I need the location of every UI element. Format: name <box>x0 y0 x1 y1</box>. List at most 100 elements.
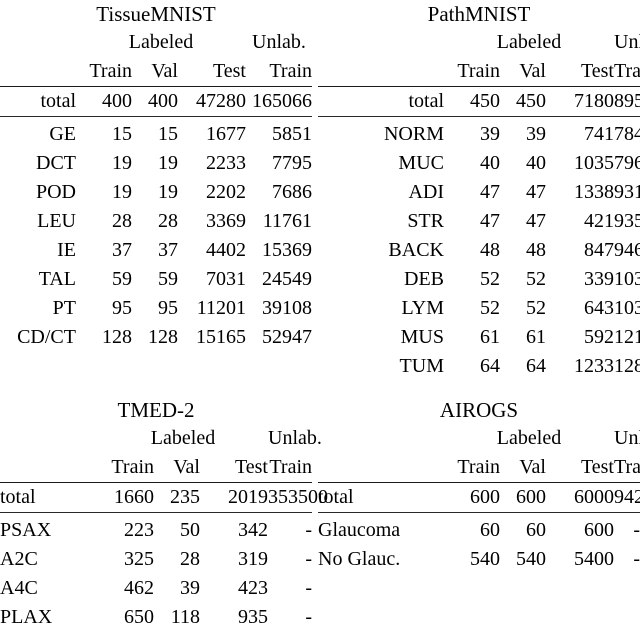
row-label: PSAX <box>0 519 52 541</box>
cell-test: 4402 <box>206 239 246 261</box>
cell-test: 6000 <box>574 486 614 508</box>
cell-val: 52 <box>526 297 546 319</box>
table-row: A2C 325 28 319 - <box>0 545 312 574</box>
table-row: Glaucoma 60 60 600 - <box>318 516 640 545</box>
table-caption-pathmnist: PathMNIST <box>427 2 531 26</box>
table-row: POD 19 19 2202 7686 <box>0 178 312 207</box>
cell-val: 59 <box>158 268 178 290</box>
cell-train: 400 <box>102 90 132 112</box>
column-header-row: Train Val Test Train <box>318 453 640 483</box>
cell-val: 64 <box>526 355 546 377</box>
cell-train: 450 <box>470 90 500 112</box>
row-label: TUM <box>399 355 444 377</box>
cell-test: 7031 <box>206 268 246 290</box>
group-header-unlabeled: Unlab. <box>252 31 306 53</box>
table-row-total: total 1660 235 2019 353500 <box>0 483 328 513</box>
column-header-train: Train <box>89 60 132 82</box>
row-label: total <box>0 486 36 508</box>
group-header-labeled: Labeled <box>128 31 194 53</box>
cell-val: 60 <box>526 519 546 541</box>
table-row: PT 95 95 11201 39108 <box>0 294 312 323</box>
table-row: DEB 52 52 339 10308 <box>318 265 640 294</box>
row-label: A4C <box>0 577 38 599</box>
column-header-train: Train <box>457 60 500 82</box>
cell-test: 339 <box>584 268 614 290</box>
cell-test: 3369 <box>206 210 246 232</box>
table-caption-airogs: AIROGS <box>439 398 519 422</box>
cell-unlabeled-train: 15369 <box>262 239 312 261</box>
column-header-unlabeled-train: Train <box>269 456 312 478</box>
group-header-spacer <box>318 424 444 453</box>
cell-unlabeled-train: 39108 <box>262 297 312 319</box>
row-label: total <box>318 486 354 508</box>
cell-test: 2233 <box>206 152 246 174</box>
cell-unlabeled-train: 9461 <box>614 239 640 261</box>
cell-train: 540 <box>470 548 500 570</box>
cell-test: 2202 <box>206 181 246 203</box>
column-header-train: Train <box>111 456 154 478</box>
stat-table-tissuemnist: Labeled Unlab. Train Val Test Train tota… <box>0 28 312 352</box>
cell-train: 462 <box>124 577 154 599</box>
cell-unlabeled-train: 9354 <box>614 210 640 232</box>
cell-test: 1035 <box>574 152 614 174</box>
column-header-test: Test <box>212 60 246 82</box>
row-label: GE <box>49 123 76 145</box>
group-header-spacer <box>318 28 444 57</box>
table-row: MUC 40 40 1035 7966 <box>318 149 640 178</box>
group-header-row: Labeled Unlab. <box>318 424 640 453</box>
cell-val: 39 <box>526 123 546 145</box>
group-header-spacer <box>0 424 98 453</box>
cell-train: 48 <box>480 239 500 261</box>
table-body-airogs: Glaucoma 60 60 600 - No Glauc. 540 540 5… <box>318 516 640 574</box>
cell-train: 52 <box>480 297 500 319</box>
table-caption-tmed-2: TMED-2 <box>117 398 195 422</box>
cell-test: 600 <box>584 519 614 541</box>
row-label: PT <box>52 297 76 319</box>
cell-unlabeled-train: 5851 <box>272 123 312 145</box>
table-row: A4C 462 39 423 - <box>0 574 312 603</box>
cell-test: 342 <box>238 519 268 541</box>
cell-unlabeled-train: 7686 <box>272 181 312 203</box>
cell-val: 50 <box>180 519 200 541</box>
row-label: total <box>40 90 76 112</box>
cell-train: 40 <box>480 152 500 174</box>
row-label: LYM <box>401 297 444 319</box>
table-row: MUS 61 61 592 12121 <box>318 323 640 352</box>
group-header-row: Labeled Unlab. <box>318 28 640 57</box>
group-header-row: Labeled Unlab. <box>0 424 322 453</box>
column-header-row: Train Val Test Train <box>0 57 312 87</box>
cell-train: 15 <box>112 123 132 145</box>
cell-unlabeled-train: 353500 <box>268 486 328 508</box>
table-row: No Glauc. 540 540 5400 - <box>318 545 640 574</box>
cell-train: 47 <box>480 181 500 203</box>
group-header-unlabeled: Unlab. <box>614 427 640 449</box>
cell-test: 1677 <box>206 123 246 145</box>
cell-train: 95 <box>112 297 132 319</box>
cell-unlabeled-train: 7795 <box>272 152 312 174</box>
table-row-total: total 400 400 47280 165066 <box>0 87 312 117</box>
table-row: LEU 28 28 3369 11761 <box>0 207 312 236</box>
table-block-tissuemnist: TissueMNIST Labeled Unlab. Train Val Tes… <box>0 0 312 390</box>
table-row: TAL 59 59 7031 24549 <box>0 265 312 294</box>
cell-unlabeled-train: 7966 <box>614 152 640 174</box>
group-header-unlabeled: Unlab. <box>268 427 322 449</box>
column-header-test: Test <box>580 60 614 82</box>
cell-val: 28 <box>180 548 200 570</box>
cell-val: 37 <box>158 239 178 261</box>
cell-test: 421 <box>584 210 614 232</box>
cell-val: 235 <box>170 486 200 508</box>
table-row: PSAX 223 50 342 - <box>0 516 312 545</box>
cell-test: 643 <box>584 297 614 319</box>
cell-train: 60 <box>480 519 500 541</box>
cell-test: 319 <box>238 548 268 570</box>
cell-test: 2019 <box>228 486 268 508</box>
column-header-test: Test <box>580 456 614 478</box>
row-label: A2C <box>0 548 38 570</box>
row-label: ADI <box>408 181 444 203</box>
cell-unlabeled-train: 165066 <box>252 90 312 112</box>
table-row: LYM 52 52 643 10349 <box>318 294 640 323</box>
cell-val: 400 <box>148 90 178 112</box>
cell-train: 47 <box>480 210 500 232</box>
cell-test: 1338 <box>574 181 614 203</box>
row-label: total <box>408 90 444 112</box>
